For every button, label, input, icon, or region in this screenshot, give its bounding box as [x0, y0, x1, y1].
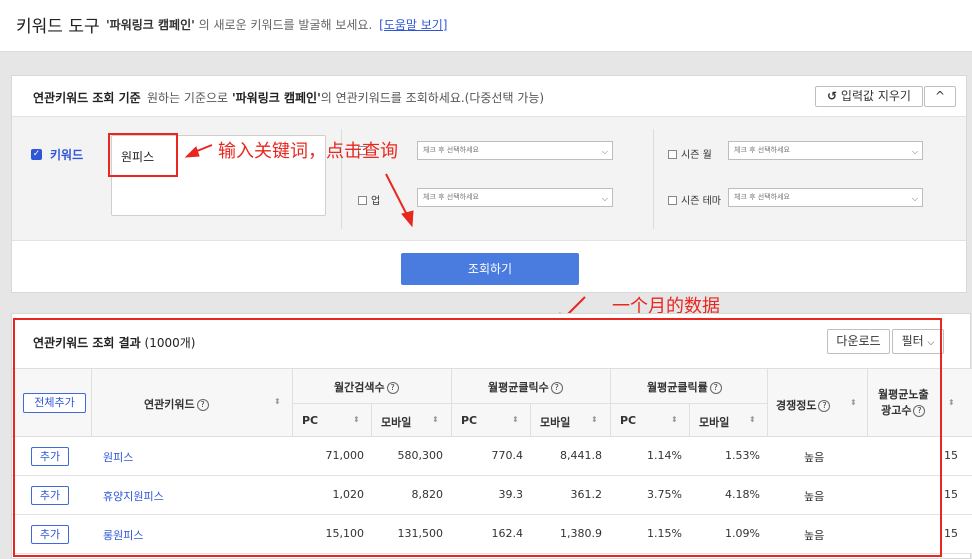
highlight-box-keyword	[108, 133, 178, 177]
option-season-theme[interactable]: 시즌 테마	[668, 192, 721, 207]
highlight-box-results	[13, 318, 942, 557]
annotation-input-hint: 输入关键词，点击查询	[218, 141, 398, 162]
subtitle-text: 의 새로운 키워드를 발굴해 보세요.	[198, 18, 373, 32]
chevron-down-icon: ⌵	[911, 147, 918, 156]
top-bar: 키워드 도구 '파워링크 캠페인' 의 새로운 키워드를 발굴해 보세요. [도…	[0, 0, 972, 52]
criteria-title: 연관키워드 조회 기준	[33, 91, 141, 105]
desc-campaign: '파워링크 캠페인'	[231, 91, 321, 105]
criteria-desc: 원하는 기준으로 '파워링크 캠페인'의 연관키워드를 조회하세요.(다중선택 …	[147, 89, 544, 106]
page-title: 키워드 도구	[16, 17, 100, 37]
chevron-down-icon: ⌵	[601, 147, 608, 156]
refresh-icon: ↺	[827, 89, 838, 103]
season-month-select-placeholder: 체크 후 선택하세요	[734, 146, 790, 154]
website-select[interactable]: 체크 후 선택하세요 ⌵	[417, 141, 613, 160]
industry-checkbox[interactable]	[358, 196, 367, 205]
chevron-down-icon: ⌵	[601, 194, 608, 203]
criteria-header: 연관키워드 조회 기준 원하는 기준으로 '파워링크 캠페인'의 연관키워드를 …	[12, 76, 966, 117]
industry-select[interactable]: 체크 후 선택하세요 ⌵	[417, 188, 613, 207]
cell-ad-count: 15	[944, 527, 958, 540]
season-theme-checkbox[interactable]	[668, 196, 677, 205]
industry-select-placeholder: 체크 후 선택하세요	[423, 193, 479, 201]
option-industry[interactable]: 업	[358, 192, 380, 207]
clear-input-button[interactable]: ↺ 입력값 지우기	[815, 86, 923, 107]
keyword-checkbox[interactable]: ✓	[31, 149, 42, 160]
keyword-label: 키워드	[50, 148, 84, 162]
help-link[interactable]: [도움말 보기]	[379, 18, 447, 32]
cell-ad-count: 15	[944, 449, 958, 462]
sort-icon[interactable]: ⬍	[948, 398, 955, 407]
desc-suffix: 의 연관키워드를 조회하세요.(다중선택 가능)	[320, 91, 545, 105]
season-theme-select[interactable]: 체크 후 선택하세요 ⌵	[728, 188, 923, 207]
clear-input-label: 입력값 지우기	[840, 89, 911, 103]
season-theme-select-placeholder: 체크 후 선택하세요	[734, 193, 790, 201]
collapse-button[interactable]: ^	[924, 86, 956, 107]
season-month-select[interactable]: 체크 후 선택하세요 ⌵	[728, 141, 923, 160]
desc-prefix: 원하는 기준으로	[147, 91, 229, 105]
option-season-month[interactable]: 시즌 월	[668, 146, 712, 161]
page-subtitle: '파워링크 캠페인' 의 새로운 키워드를 발굴해 보세요. [도움말 보기]	[106, 16, 448, 33]
chevron-down-icon: ⌵	[911, 194, 918, 203]
chevron-up-icon: ^	[934, 89, 946, 103]
website-select-placeholder: 체크 후 선택하세요	[423, 146, 479, 154]
criteria-body: ✓ 키워드 원피스 체크 후 선택하세요 ⌵ 업 체크 후 선택하세요 ⌵ 시즌…	[12, 117, 966, 241]
campaign-name: '파워링크 캠페인'	[106, 18, 195, 32]
cell-ad-count: 15	[944, 488, 958, 501]
search-button[interactable]: 조회하기	[401, 253, 579, 285]
divider	[653, 129, 654, 229]
criteria-panel: 연관키워드 조회 기준 원하는 기준으로 '파워링크 캠페인'의 연관키워드를 …	[11, 75, 967, 293]
season-month-checkbox[interactable]	[668, 150, 677, 159]
